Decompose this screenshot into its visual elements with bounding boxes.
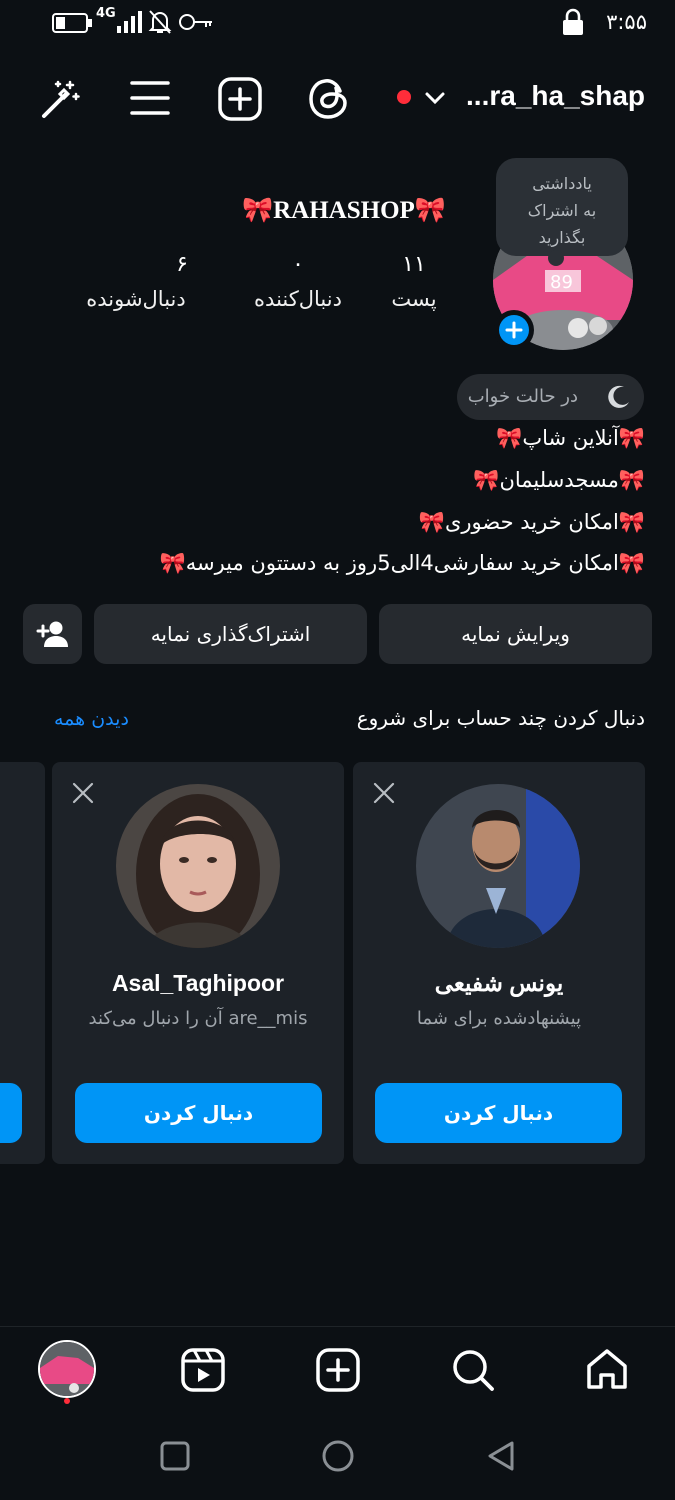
bio-line-4: 🎀امکان خرید سفارشی4الی5روز به دستتون میر… xyxy=(159,551,645,575)
note-bubble[interactable]: یادداشتی به اشتراک بگذارید xyxy=(496,158,628,256)
threads-icon[interactable] xyxy=(308,77,350,121)
moon-icon xyxy=(608,385,629,408)
status-chip-text: در حالت خواب xyxy=(467,386,578,407)
account-switcher-username[interactable]: ...ra_ha_shap xyxy=(466,80,645,112)
stat-following-count: ۶ xyxy=(176,252,188,277)
nav-profile-tab[interactable] xyxy=(38,1340,96,1398)
suggestion-avatar-image xyxy=(416,784,580,948)
edit-profile-button[interactable]: ویرایش نمایه xyxy=(379,604,652,664)
magic-wand-icon[interactable] xyxy=(40,78,82,120)
bio-line-1: 🎀آنلاین شاپ🎀 xyxy=(496,426,645,450)
suggestion-card-partial[interactable] xyxy=(0,762,45,1164)
discover-people-button[interactable] xyxy=(23,604,82,664)
note-bubble-line-2: به اشتراک xyxy=(527,201,597,220)
live-indicator-dot xyxy=(397,90,411,104)
suggestion-name: Asal_Taghipoor xyxy=(111,970,285,996)
suggestion-card[interactable]: Asal_Taghipoor are__mis آن را دنبال می‌ک… xyxy=(52,762,344,1164)
search-icon[interactable] xyxy=(451,1348,495,1392)
svg-text:89: 89 xyxy=(550,272,573,293)
nav-profile-avatar-image xyxy=(40,1342,94,1396)
menu-icon[interactable] xyxy=(130,80,170,116)
bio-line-3: 🎀امکان خرید حضوری🎀 xyxy=(418,510,645,534)
note-bubble-line-1: یادداشتی xyxy=(532,174,592,193)
vpn-key-icon xyxy=(179,14,212,30)
suggestions-title: دنبال کردن چند حساب برای شروع xyxy=(356,706,645,730)
create-icon[interactable] xyxy=(316,1348,360,1392)
note-bubble-line-3: بگذارید xyxy=(538,228,586,247)
profile-display-name: 🎀RAHASHOP🎀 xyxy=(242,197,446,224)
suggestion-subtitle: پیشنهادشده برای شما xyxy=(416,1008,582,1029)
reels-icon[interactable] xyxy=(181,1348,225,1392)
create-post-icon[interactable] xyxy=(218,77,262,121)
stat-followers[interactable]: ۰ دنبال‌کننده xyxy=(228,252,368,311)
stat-following[interactable]: ۶ دنبال‌شونده xyxy=(66,252,206,311)
bottom-nav-divider xyxy=(0,1326,675,1327)
suggestion-avatar[interactable] xyxy=(116,784,280,948)
suggestion-avatar[interactable] xyxy=(416,784,580,948)
follow-button[interactable]: دنبال کردن xyxy=(375,1083,622,1143)
nav-profile-indicator-dot xyxy=(64,1398,70,1404)
note-bubble-tail xyxy=(548,250,564,266)
chevron-down-icon[interactable] xyxy=(424,90,446,106)
stat-posts[interactable]: ۱۱ پست xyxy=(354,252,474,311)
add-story-button[interactable] xyxy=(494,310,534,350)
close-icon[interactable] xyxy=(373,782,395,804)
add-person-icon xyxy=(36,621,68,647)
stat-followers-count: ۰ xyxy=(292,252,304,277)
lock-icon xyxy=(563,8,583,35)
home-icon[interactable] xyxy=(585,1347,629,1391)
add-story-plus-icon xyxy=(499,315,529,345)
status-bar: 4G ۳:۵۵ xyxy=(0,0,675,46)
close-icon[interactable] xyxy=(72,782,94,804)
stat-following-label: دنبال‌شونده xyxy=(86,287,186,311)
stat-posts-count: ۱۱ xyxy=(402,252,426,277)
share-profile-button[interactable]: اشتراک‌گذاری نمایه xyxy=(94,604,367,664)
suggestion-card[interactable]: یونس شفیعی پیشنهادشده برای شما دنبال کرد… xyxy=(353,762,645,1164)
notifications-off-icon xyxy=(148,10,172,34)
battery-icon xyxy=(52,13,92,33)
back-icon[interactable] xyxy=(486,1440,516,1472)
suggestion-name: یونس شفیعی xyxy=(434,970,564,996)
follow-button[interactable]: دنبال کردن xyxy=(75,1083,322,1143)
see-all-link[interactable]: دیدن همه xyxy=(54,708,129,730)
suggestion-card-partial-follow-button[interactable] xyxy=(0,1083,22,1143)
signal-icon xyxy=(117,11,142,33)
network-type-label: 4G xyxy=(96,6,116,21)
suggestion-avatar-image xyxy=(116,784,280,948)
suggestion-subtitle: are__mis آن را دنبال می‌کند xyxy=(88,1008,308,1029)
home-circle-icon[interactable] xyxy=(321,1439,355,1473)
bio-line-2: 🎀مسجدسلیمان🎀 xyxy=(473,468,645,492)
status-chip[interactable]: در حالت خواب xyxy=(457,374,644,420)
recents-icon[interactable] xyxy=(160,1441,190,1471)
stat-followers-label: دنبال‌کننده xyxy=(254,287,342,311)
clock: ۳:۵۵ xyxy=(606,10,647,34)
